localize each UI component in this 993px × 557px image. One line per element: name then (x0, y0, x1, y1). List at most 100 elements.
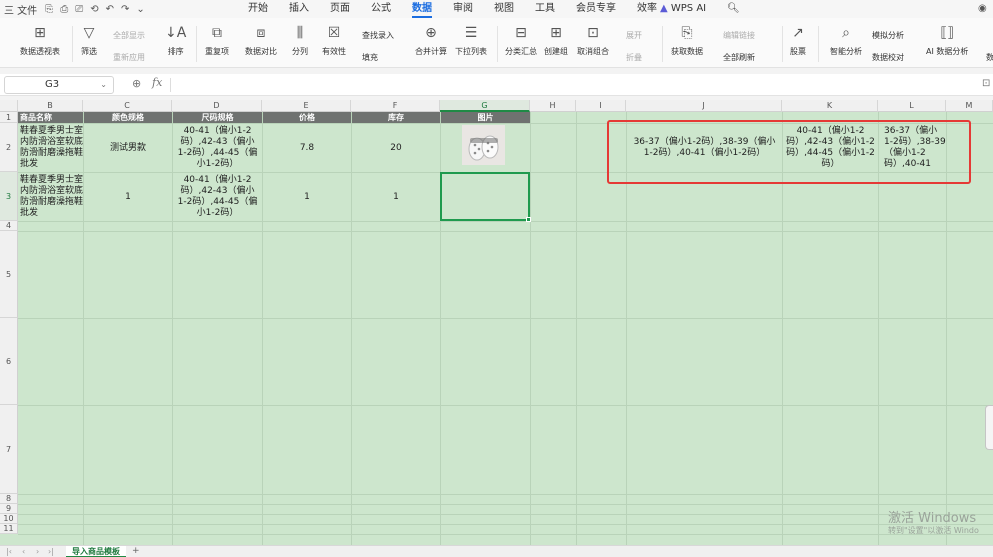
find-entry-button[interactable]: 查找录入 (362, 30, 394, 41)
dropdown-list-button[interactable]: ☰ 下拉列表 (455, 24, 487, 57)
zoom-icon[interactable]: ⊕ (132, 77, 141, 90)
subtotal-button[interactable]: ⊟ 分类汇总 (505, 24, 537, 57)
cell-name[interactable]: 鞋春夏季男士室内防滑浴室软底防滑耐磨澡拖鞋批发 (19, 173, 83, 221)
product-image[interactable] (462, 125, 505, 165)
wps-ai-button[interactable]: ▲ WPS AI (660, 1, 706, 17)
refresh-all-button[interactable]: 全部刷新 (723, 52, 755, 63)
cell-stock[interactable]: 1 (352, 173, 440, 221)
row-header[interactable]: 10 (0, 514, 18, 524)
row-header[interactable]: 7 (0, 405, 18, 494)
row-header[interactable]: 1 (0, 112, 18, 123)
collapse-button[interactable]: 折叠 (626, 52, 642, 63)
row-header[interactable]: 8 (0, 494, 18, 504)
tab-member[interactable]: 会员专享 (576, 0, 616, 18)
formula-input[interactable] (176, 78, 966, 92)
cell-size[interactable]: 40-41（偏小1-2码）,42-43（偏小1-2码）,44-45（偏小1-2码… (173, 173, 262, 221)
header-cell-image[interactable]: 图片 (441, 112, 530, 123)
last-sheet-icon[interactable]: ›| (48, 546, 54, 557)
tab-home[interactable]: 开始 (248, 0, 268, 18)
column-header[interactable]: D (172, 100, 262, 112)
next-sheet-icon[interactable]: › (36, 546, 39, 557)
expand-button[interactable]: 展开 (626, 30, 642, 41)
header-cell-color[interactable]: 颜色规格 (84, 112, 172, 123)
tab-formula[interactable]: 公式 (371, 0, 391, 18)
create-group-button[interactable]: ⊞ 创建组 (544, 24, 568, 57)
notification-icon[interactable]: ◉ (978, 1, 987, 17)
prev-sheet-icon[interactable]: ‹ (22, 546, 25, 557)
header-cell-price[interactable]: 价格 (263, 112, 351, 123)
cell-color[interactable]: 测试男款 (84, 124, 172, 172)
selected-cell-g3[interactable] (440, 172, 531, 222)
function-icon[interactable]: fx (152, 76, 162, 89)
pivot-table-button[interactable]: ⊞ 数据透视表 (20, 24, 60, 57)
cell-name[interactable]: 鞋春夏季男士室内防滑浴室软底防滑耐磨澡拖鞋批发 (19, 124, 83, 172)
simulation-analysis-button[interactable]: 模拟分析 (872, 30, 904, 41)
row-header[interactable]: 9 (0, 504, 18, 514)
column-header[interactable]: B (18, 100, 83, 112)
stocks-button[interactable]: ↗ 股票 (790, 24, 806, 57)
tab-review[interactable]: 审阅 (453, 0, 473, 18)
tab-page[interactable]: 页面 (330, 0, 350, 18)
cell-price[interactable]: 1 (263, 173, 351, 221)
preview-icon[interactable]: ⟲ (90, 4, 98, 15)
column-header[interactable]: K (782, 100, 878, 112)
column-header[interactable]: F (351, 100, 440, 112)
cell-color[interactable]: 1 (84, 173, 172, 221)
select-all-corner[interactable] (0, 100, 18, 112)
save-icon[interactable]: ⎘ (45, 4, 53, 15)
sheet-tab-active[interactable]: 导入商品模板 (66, 546, 126, 557)
row-header[interactable]: 11 (0, 524, 18, 534)
reapply-button[interactable]: 重新应用 (113, 52, 145, 63)
split-column-button[interactable]: ⫼ 分列 (292, 24, 308, 57)
file-menu[interactable]: 三 文件 (4, 2, 37, 17)
add-sheet-button[interactable]: + (132, 546, 140, 557)
more-quick-icon[interactable]: ⌄ (136, 4, 144, 15)
cell-price[interactable]: 7.8 (263, 124, 351, 172)
row-header[interactable]: 2 (0, 123, 18, 172)
ungroup-button[interactable]: ⊡ 取消组合 (577, 24, 609, 57)
row-header-selected[interactable]: 3 (0, 172, 18, 221)
fill-button[interactable]: 填充 (362, 52, 378, 63)
sort-button[interactable]: ↓A 排序 (165, 24, 186, 57)
name-box[interactable]: G3 ⌄ (4, 76, 114, 94)
tab-data[interactable]: 数据 (412, 0, 432, 18)
chevron-down-icon[interactable]: ⌄ (100, 77, 107, 93)
consolidate-button[interactable]: ⊕ 合并计算 (415, 24, 447, 57)
fill-handle[interactable] (526, 217, 531, 222)
tab-tools[interactable]: 工具 (535, 0, 555, 18)
row-header[interactable]: 4 (0, 221, 18, 231)
validity-button[interactable]: ☒ 有效性 (322, 24, 346, 57)
ai-data-analysis-button[interactable]: ⟦⟧ AI 数据分析 (926, 24, 968, 57)
header-cell-name[interactable]: 商品名称 (18, 112, 83, 123)
duplicates-button[interactable]: ⧉ 重复项 (205, 24, 229, 57)
data-compare-button[interactable]: ⧈ 数据对比 (245, 24, 277, 57)
row-header[interactable]: 6 (0, 318, 18, 405)
column-header[interactable]: L (878, 100, 946, 112)
expand-formula-icon[interactable]: ⊡ (982, 78, 990, 89)
redo-icon[interactable]: ↷ (121, 4, 129, 15)
more-ribbon-button[interactable]: 数 (986, 52, 993, 63)
filter-button[interactable]: ▽ 筛选 (81, 24, 97, 57)
column-header[interactable]: E (262, 100, 351, 112)
show-all-button[interactable]: 全部显示 (113, 30, 145, 41)
data-check-button[interactable]: 数据校对 (872, 52, 904, 63)
first-sheet-icon[interactable]: |‹ (6, 546, 12, 557)
spreadsheet-grid[interactable]: B C D E F G H I J K L M 1 2 3 4 5 6 7 8 … (0, 100, 993, 545)
tab-efficiency[interactable]: 效率 (637, 0, 657, 18)
export-icon[interactable]: ⎙ (60, 4, 68, 15)
column-header-selected[interactable]: G (440, 100, 530, 112)
tab-view[interactable]: 视图 (494, 0, 514, 18)
undo-icon[interactable]: ↶ (106, 4, 114, 15)
column-header[interactable]: M (946, 100, 993, 112)
tab-insert[interactable]: 插入 (289, 0, 309, 18)
header-cell-size[interactable]: 尺码规格 (173, 112, 262, 123)
smart-analysis-button[interactable]: ⌕ 智能分析 (830, 24, 862, 57)
column-header[interactable]: C (83, 100, 172, 112)
cell-stock[interactable]: 20 (352, 124, 440, 172)
side-panel-handle[interactable] (985, 405, 993, 450)
row-header[interactable]: 5 (0, 231, 18, 318)
cell-size[interactable]: 40-41（偏小1-2码）,42-43（偏小1-2码）,44-45（偏小1-2码… (173, 124, 262, 172)
column-header[interactable]: H (530, 100, 576, 112)
print-icon[interactable]: ⎚ (75, 4, 83, 15)
search-icon[interactable]: 🔍︎ (727, 1, 740, 17)
